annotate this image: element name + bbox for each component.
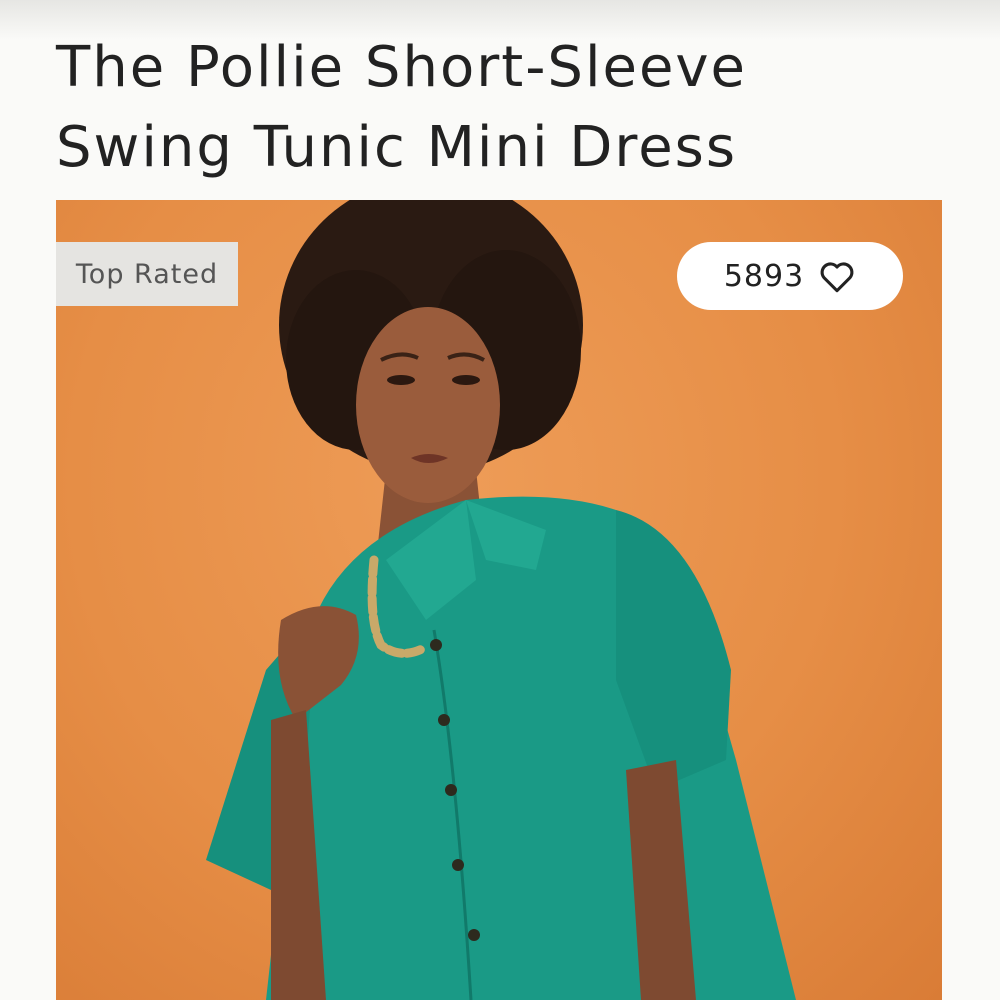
like-count: 5893 (723, 258, 805, 294)
product-title: The Pollie Short-Sleeve Swing Tunic Mini… (56, 35, 748, 180)
product-image[interactable] (56, 200, 942, 1000)
favorite-button[interactable]: 5893 (677, 242, 903, 310)
model-illustration (206, 200, 796, 1000)
heart-outline-icon (818, 259, 856, 293)
top-rated-badge: Top Rated (56, 242, 238, 306)
